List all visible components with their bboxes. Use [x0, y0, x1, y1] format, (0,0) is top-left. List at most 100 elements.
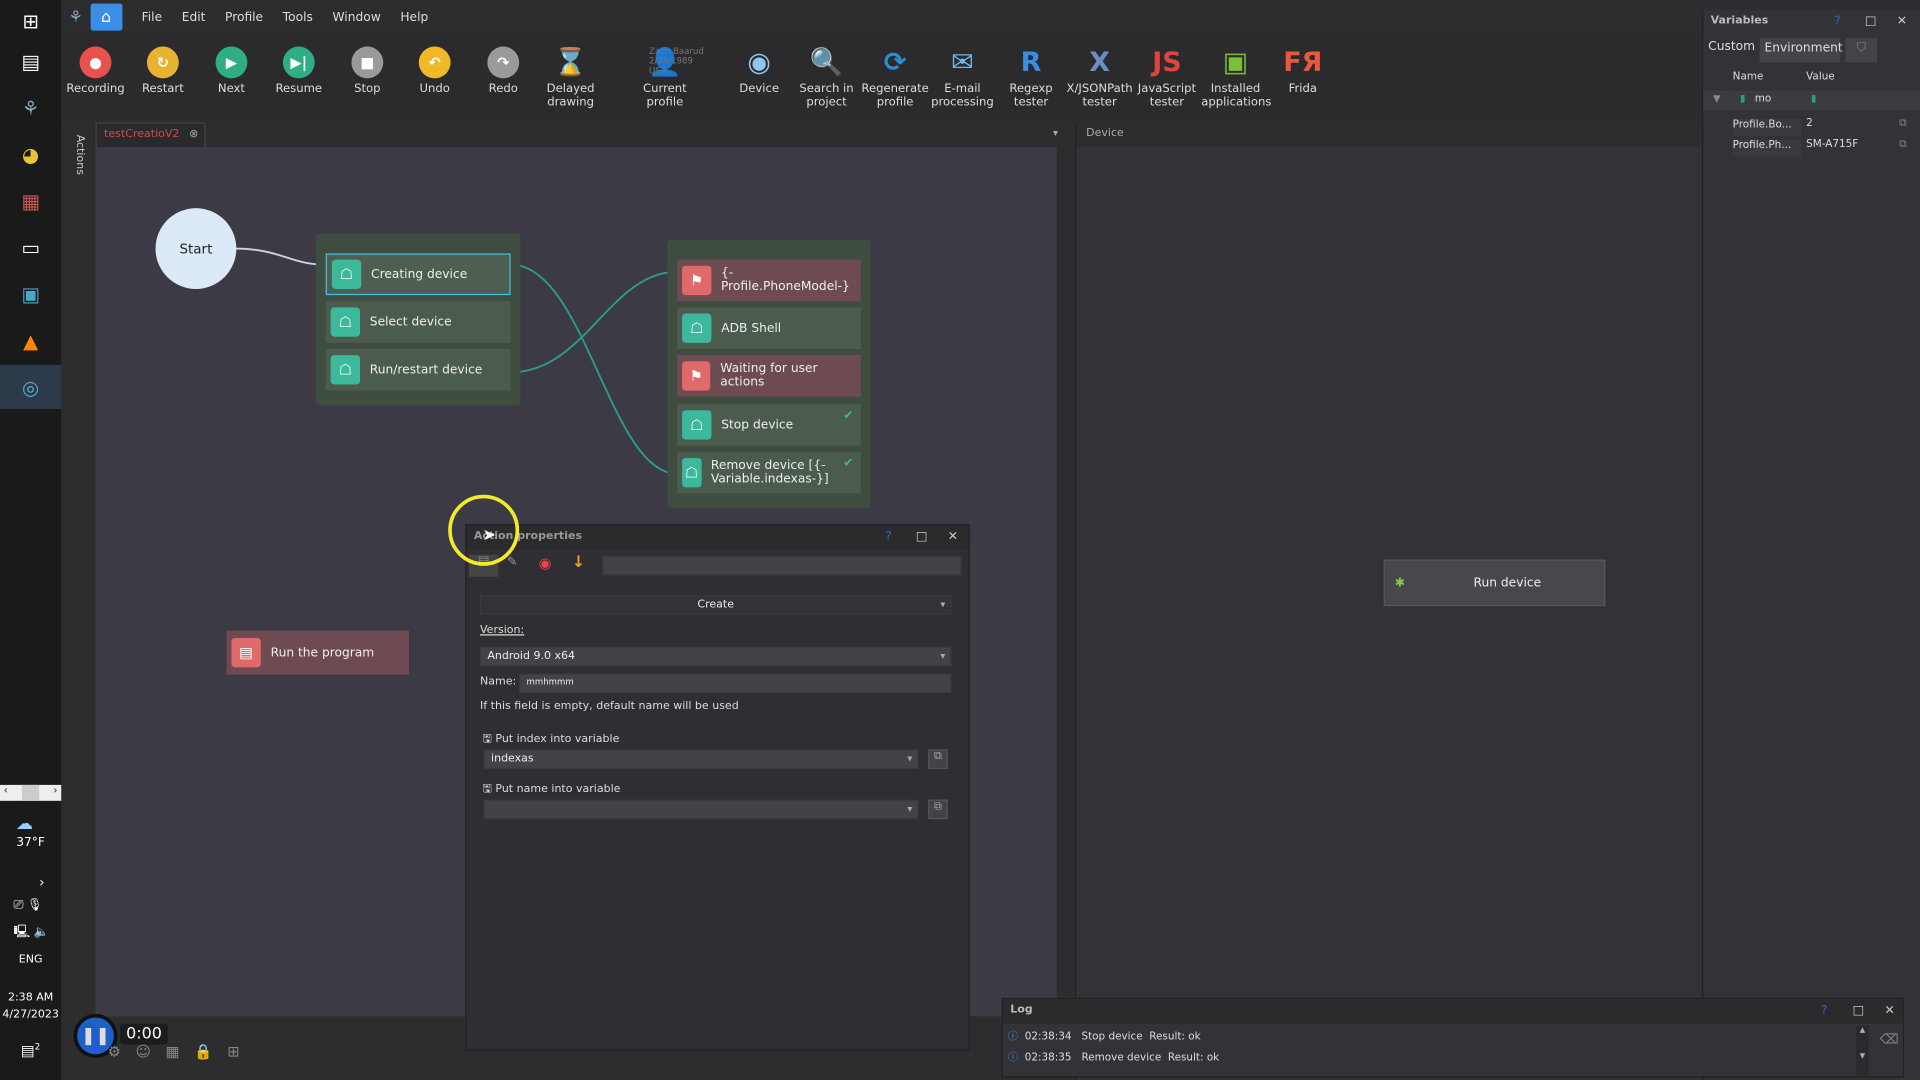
variable-value[interactable]: 2: [1806, 118, 1813, 130]
put-index-checkbox[interactable]: 🖫 Put index into variable: [482, 730, 619, 750]
variable-row[interactable]: Profile.Bo... 2 ⧉: [1703, 115, 1920, 136]
taskbar-scroller[interactable]: ‹ ›: [0, 784, 62, 801]
windows-taskbar: ⊞ ▤ ⚘ ◕ ▦ ▭ ▣ ▲ ◎ ‹ › ☁ 37°F › ⎚ 🎙 🖳 🔈 EN…: [0, 0, 62, 1080]
close-icon[interactable]: ✕: [1884, 1004, 1894, 1017]
dialog-title[interactable]: Action properties: [466, 525, 969, 550]
variable-row[interactable]: Profile.Ph... SM-A715F ⧉: [1703, 136, 1920, 157]
clear-log-icon[interactable]: ⌫: [1880, 1031, 1899, 1047]
toolbar-restart-button[interactable]: ↻ Restart: [129, 46, 198, 96]
toolbar-stop-button[interactable]: ■ Stop: [333, 46, 402, 96]
clock-time[interactable]: 2:38 AM: [0, 992, 61, 1004]
column-name[interactable]: Name: [1733, 71, 1764, 83]
home-button[interactable]: ⌂: [90, 3, 123, 31]
menu-profile[interactable]: Profile: [225, 10, 263, 23]
toolbar-undo-button[interactable]: ↶ Undo: [400, 46, 469, 96]
name-variable-select[interactable]: [483, 799, 919, 820]
help-icon[interactable]: ?: [1834, 15, 1841, 28]
dialog-search-input[interactable]: [602, 555, 962, 576]
recorder-tools-icon[interactable]: ⚙☺▦🔒⊞: [108, 1043, 254, 1060]
toolbar-search-button[interactable]: 🔍 Search in project: [792, 47, 861, 109]
chrome-icon[interactable]: ◕: [16, 140, 45, 169]
active-app-icon[interactable]: ◎: [0, 364, 62, 409]
maximize-icon[interactable]: □: [1853, 1004, 1865, 1017]
run-program-node[interactable]: ▤ Run the program: [226, 630, 409, 675]
log-scrollbar[interactable]: ▲ ▼: [1856, 1026, 1869, 1076]
menu-help[interactable]: Help: [400, 10, 428, 23]
toolbar-xpath-button[interactable]: X X/JSONPath tester: [1065, 47, 1134, 109]
action-node[interactable]: ☖ Stop device ✔: [677, 404, 861, 446]
put-name-checkbox[interactable]: 🖫 Put name into variable: [482, 780, 620, 800]
toolbar-record-button[interactable]: ● Recording: [61, 46, 130, 96]
maximize-icon[interactable]: □: [916, 530, 928, 543]
action-select[interactable]: Create: [480, 595, 952, 615]
toolbar-eye-button[interactable]: ◉ Device: [725, 47, 794, 96]
tab-custom[interactable]: Custom: [1708, 40, 1755, 53]
menu-edit[interactable]: Edit: [182, 10, 206, 23]
toolbar-email-button[interactable]: ✉ E-mail processing: [928, 47, 997, 109]
action-node[interactable]: ⚑ Waiting for user actions: [677, 355, 861, 397]
terminal-icon[interactable]: ▭: [16, 233, 45, 262]
copy-icon[interactable]: ⧉: [928, 799, 948, 820]
start-node[interactable]: Start: [155, 208, 237, 289]
menu-window[interactable]: Window: [332, 10, 380, 23]
notification-count: 2: [34, 1042, 41, 1052]
chevron-right-icon[interactable]: ›: [39, 874, 44, 890]
version-select[interactable]: Android 9.0 x64: [480, 646, 952, 667]
app-icon[interactable]: ⚘: [16, 93, 45, 122]
task-view-icon[interactable]: ▤: [16, 47, 45, 76]
resume-icon: ▶|: [282, 46, 315, 79]
close-tab-icon[interactable]: ⊗: [189, 129, 198, 141]
toolbar-frida-button[interactable]: FЯ Frida: [1269, 47, 1338, 96]
name-input[interactable]: mmhmmm: [519, 673, 952, 694]
filter-row[interactable]: ▼ ▮ mo ▮: [1703, 90, 1920, 111]
action-node[interactable]: ⚑ {-Profile.PhoneModel-}: [677, 259, 861, 302]
toolbar-hourglass-button[interactable]: ⌛ Delayed drawing: [536, 47, 605, 109]
action-node[interactable]: ☖ Remove device [{-Variable.indexas-}] ✔: [677, 451, 861, 494]
copy-icon[interactable]: ⧉: [1899, 118, 1906, 130]
winrar-icon[interactable]: ▦: [16, 186, 45, 215]
toolbar-apps-button[interactable]: ▣ Installed applications: [1201, 47, 1271, 109]
toolbar-regenerate-button[interactable]: ⟳ Regenerate profile: [861, 47, 930, 109]
column-value[interactable]: Value: [1806, 71, 1835, 83]
notes-icon[interactable]: ✎: [507, 556, 517, 569]
index-variable-select[interactable]: indexas: [483, 749, 919, 769]
close-icon[interactable]: ✕: [948, 530, 958, 543]
arrow-down-icon[interactable]: ↓: [572, 553, 585, 571]
toolbar-javascript-button[interactable]: JS JavaScript tester: [1133, 47, 1202, 109]
toolbar-redo-button[interactable]: ↷ Redo: [469, 46, 538, 96]
variable-name: Profile.Ph...: [1732, 139, 1802, 157]
help-icon[interactable]: ?: [1821, 1004, 1828, 1017]
clock-date[interactable]: 4/27/2023: [0, 1009, 61, 1021]
network-volume-icon[interactable]: 🖳 🔈: [13, 923, 48, 944]
camera-icon[interactable]: ⎚ 🎙: [13, 899, 42, 912]
language-indicator[interactable]: ENG: [0, 954, 61, 966]
actions-side-tab[interactable]: Actions: [73, 135, 85, 175]
name-filter-value[interactable]: mo: [1755, 93, 1772, 105]
menu-tools[interactable]: Tools: [283, 10, 313, 23]
toolbar-resume-button[interactable]: ▶| Resume: [264, 46, 333, 96]
project-tab[interactable]: testCreatioV2 ⊗: [95, 122, 206, 147]
action-node[interactable]: ☖ Select device: [325, 301, 511, 343]
close-icon[interactable]: ✕: [1897, 15, 1907, 28]
windows-start-icon[interactable]: ⊞: [16, 6, 45, 35]
copy-icon[interactable]: ⧉: [928, 749, 948, 769]
tabs-dropdown-icon[interactable]: ▾: [1053, 127, 1058, 138]
menu-file[interactable]: File: [142, 10, 162, 23]
record-icon[interactable]: ◉: [539, 555, 552, 572]
notifications-icon[interactable]: ▤2: [21, 1042, 40, 1059]
run-device-button[interactable]: ✱ Run device: [1383, 559, 1606, 607]
help-icon[interactable]: ?: [885, 530, 892, 543]
action-node[interactable]: ☖ ADB Shell: [677, 307, 861, 349]
tab-environment[interactable]: Environment: [1759, 37, 1843, 63]
maximize-icon[interactable]: □: [1865, 15, 1877, 28]
variable-value[interactable]: SM-A715F: [1806, 138, 1858, 150]
action-node[interactable]: ☖ Run/restart device: [325, 348, 511, 391]
copy-icon[interactable]: ⧉: [1899, 138, 1906, 150]
toolbar-regexp-button[interactable]: R Regexp tester: [997, 47, 1066, 109]
filter-icon[interactable]: ⛉: [1845, 37, 1878, 63]
remote-desktop-icon[interactable]: ▣: [16, 279, 45, 308]
vlc-icon[interactable]: ▲: [16, 326, 45, 355]
toolbar-next-button[interactable]: ▶ Next: [197, 46, 266, 96]
action-node[interactable]: ☖ Creating device: [325, 253, 511, 296]
redo-icon: ↷: [487, 46, 520, 79]
